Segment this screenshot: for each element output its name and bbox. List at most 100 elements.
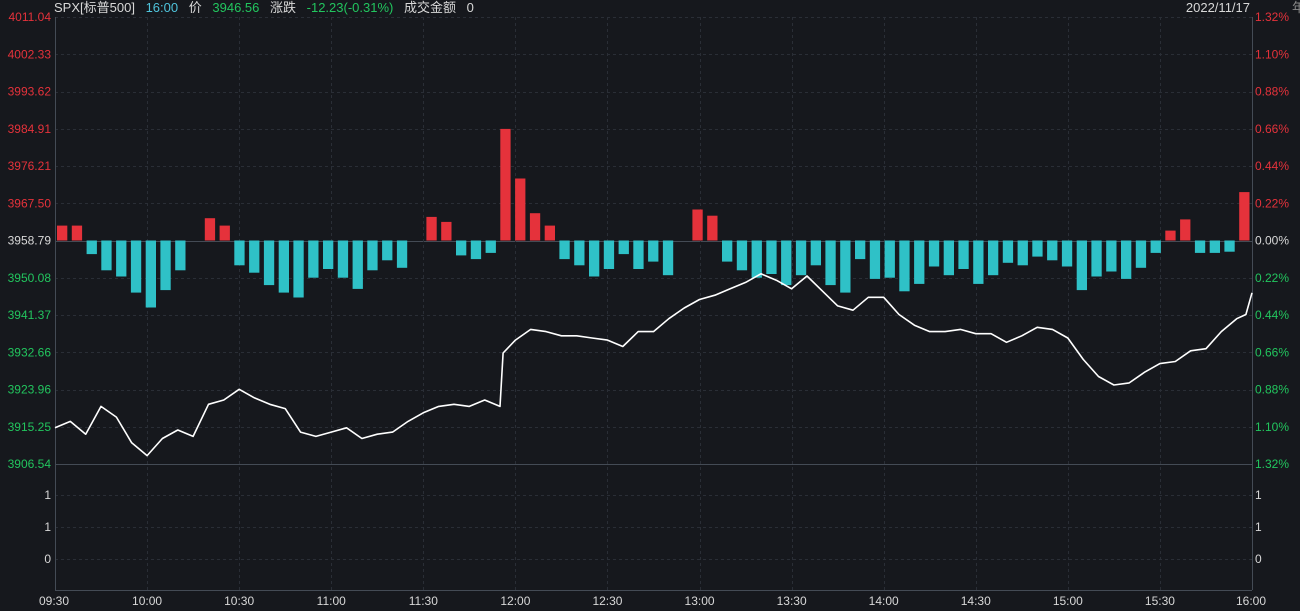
x-tick-label: 11:30: [409, 594, 438, 608]
sub-panel-axis: 1 1 1 1 0 0: [44, 488, 1262, 566]
change-bar: [204, 218, 216, 241]
volume-caption: 成交金额: [403, 0, 456, 15]
change-bar: [662, 240, 674, 276]
y-tick-left: 3976.21: [8, 159, 52, 173]
change-bar: [574, 240, 585, 266]
change-bar: [278, 240, 289, 293]
edge-clipped-label: 年: [1292, 0, 1300, 15]
y-tick-right: 0.88%: [1255, 85, 1289, 99]
x-tick-label: 14:00: [869, 594, 899, 608]
x-tick-label: 15:30: [1145, 594, 1175, 608]
y-tick-left: 3906.54: [8, 457, 52, 471]
grid: [55, 17, 1253, 591]
change-bar: [130, 240, 142, 293]
x-tick-label: 11:00: [317, 594, 346, 608]
change-bar: [840, 240, 851, 293]
y-tick-left: 3984.91: [8, 122, 52, 136]
sub-tick-left: 1: [44, 520, 51, 534]
change-value: -12.23(-0.31%): [306, 0, 394, 15]
change-bar: [825, 240, 836, 286]
change-bar: [529, 213, 541, 241]
change-bar: [928, 240, 940, 267]
change-bar: [515, 178, 526, 241]
symbol-label[interactable]: SPX[标普500]: [54, 0, 135, 15]
y-tick-right: 0.66%: [1255, 345, 1289, 359]
y-tick-left: 3941.37: [8, 308, 52, 322]
y-tick-right: 1.32%: [1255, 10, 1289, 24]
change-bar: [86, 240, 97, 255]
x-tick-label: 13:30: [777, 594, 807, 608]
sub-tick-left: 1: [44, 488, 51, 502]
change-bar: [57, 225, 68, 241]
change-bar: [175, 240, 186, 271]
y-tick-right: 0.66%: [1255, 122, 1289, 136]
change-bar: [337, 240, 349, 278]
change-bar: [766, 240, 777, 274]
x-tick-label: 12:30: [592, 594, 622, 608]
change-bar: [145, 240, 156, 308]
change-bar: [707, 215, 718, 241]
y-axis-left: 4011.04 4002.33 3993.62 3984.91 3976.21 3967.…: [8, 10, 52, 471]
change-bar: [988, 240, 999, 276]
change-bar: [722, 240, 733, 262]
change-bar: [71, 225, 83, 241]
change-bar: [1076, 240, 1087, 291]
change-bar: [1017, 240, 1028, 266]
x-tick-label: 16:00: [1236, 594, 1266, 608]
change-bar: [308, 240, 319, 278]
change-bar: [1002, 240, 1014, 263]
y-tick-left: 3923.96: [8, 383, 52, 397]
y-tick-right: 1.10%: [1255, 420, 1289, 434]
change-bar: [1121, 240, 1132, 279]
time-label: 16:00: [145, 0, 179, 15]
change-bar: [633, 240, 644, 269]
y-tick-left: 3915.25: [8, 420, 52, 434]
change-bar: [973, 240, 984, 284]
price-line: [54, 272, 1253, 457]
y-tick-right: 0.88%: [1255, 383, 1289, 397]
change-bar: [1224, 240, 1235, 252]
sub-tick-right: 0: [1255, 552, 1262, 566]
change-bar: [1194, 240, 1206, 253]
change-bar: [293, 240, 304, 298]
sub-tick-right: 1: [1255, 488, 1262, 502]
change-bar: [116, 240, 127, 277]
change-bar: [456, 240, 467, 256]
change-bar: [618, 240, 629, 255]
change-bar: [884, 240, 895, 278]
y-tick-right: 0.00%: [1255, 234, 1289, 248]
change-bar: [899, 240, 910, 292]
change-caption: 涨跌: [270, 0, 297, 15]
x-tick-label: 09:30: [39, 594, 69, 608]
change-bar: [234, 240, 245, 266]
change-bar: [1061, 240, 1073, 267]
change-bar: [559, 240, 570, 260]
change-bar: [855, 240, 866, 260]
change-bar: [1091, 240, 1102, 277]
change-bar: [426, 216, 437, 241]
y-tick-right: 0.44%: [1255, 308, 1289, 322]
x-tick-label: 14:30: [961, 594, 991, 608]
y-tick-left: 3958.79: [8, 234, 52, 248]
x-tick-label: 15:00: [1053, 594, 1083, 608]
change-bar: [1209, 240, 1220, 253]
sub-tick-left: 0: [44, 552, 51, 566]
y-tick-right: 0.44%: [1255, 159, 1289, 173]
change-bar: [367, 240, 378, 271]
y-tick-left: 4011.04: [9, 10, 52, 24]
y-tick-right: 0.22%: [1255, 196, 1289, 210]
header-bar: SPX[标普500] 16:00 价 3946.56 涨跌 -12.23(-0.…: [54, 0, 481, 16]
change-bar: [1106, 240, 1117, 272]
sub-tick-right: 1: [1255, 520, 1262, 534]
change-bar: [219, 225, 230, 241]
change-bar: [648, 240, 659, 262]
change-bar: [1047, 240, 1058, 261]
y-tick-right: 1.32%: [1255, 457, 1289, 471]
change-bar: [914, 240, 925, 284]
change-bar: [101, 240, 112, 271]
change-bar: [781, 240, 792, 286]
y-tick-left: 3967.50: [8, 196, 52, 210]
change-bar: [1165, 230, 1176, 241]
change-bar: [692, 209, 703, 241]
change-bar: [441, 221, 452, 241]
